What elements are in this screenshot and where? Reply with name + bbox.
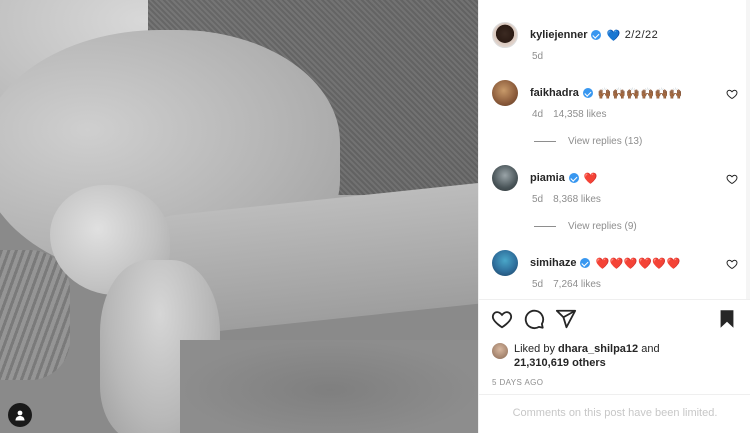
likes-summary: Liked by dhara_shilpa12 and 21,310,619 o… — [492, 342, 684, 370]
liker-username[interactable]: dhara_shilpa12 — [558, 343, 638, 355]
post-actions-bar — [491, 308, 741, 332]
caption-age[interactable]: 5d — [532, 51, 543, 62]
replies-line — [534, 226, 556, 227]
comment-meta: 5d 7,264 likes — [532, 279, 601, 290]
comment-avatar[interactable] — [492, 165, 518, 191]
post-caption: kyliejenner 💙 2/2/22 — [492, 22, 658, 48]
caption-meta: 5d — [532, 51, 543, 62]
likes-text: Liked by dhara_shilpa12 and 21,310,619 o… — [514, 342, 684, 370]
comment-text: ❤️❤️❤️❤️❤️❤️ — [595, 257, 681, 270]
actions-divider — [479, 299, 750, 300]
comment-age[interactable]: 5d — [532, 194, 543, 205]
view-replies-label: View replies (9) — [568, 221, 637, 232]
comment-text: 🙌🏾🙌🏾🙌🏾🙌🏾🙌🏾🙌🏾 — [597, 87, 684, 100]
comment-likes[interactable]: 7,264 likes — [553, 279, 601, 290]
comments-scrollbar[interactable] — [746, 0, 750, 300]
comment-username[interactable]: piamia — [530, 172, 565, 184]
likes-count-button[interactable]: 21,310,619 others — [514, 357, 606, 369]
author-avatar[interactable] — [492, 22, 518, 48]
view-replies-button[interactable]: View replies (13) — [534, 136, 642, 147]
comment-meta: 4d 14,358 likes — [532, 109, 607, 120]
comment-likes[interactable]: 14,358 likes — [553, 109, 606, 120]
caption-text: 2/2/22 — [624, 29, 659, 41]
verified-badge-icon — [591, 30, 602, 40]
view-replies-button[interactable]: View replies (9) — [534, 221, 637, 232]
caption-emoji: 💙 — [606, 29, 621, 42]
comment-text: ❤️ — [583, 172, 599, 185]
verified-badge-icon — [568, 173, 579, 183]
view-replies-label: View replies (13) — [568, 136, 643, 147]
user-tag-button[interactable] — [8, 403, 32, 427]
comment-username[interactable]: faikhadra — [530, 87, 579, 99]
photo-cloth — [0, 250, 70, 380]
heart-outline-icon[interactable] — [491, 308, 513, 330]
comment-likes[interactable]: 8,368 likes — [553, 194, 601, 205]
user-tag-icon — [15, 410, 25, 421]
share-icon[interactable] — [555, 308, 577, 330]
bookmark-icon[interactable] — [716, 308, 738, 330]
verified-badge-icon — [582, 88, 593, 98]
comment-avatar[interactable] — [492, 80, 518, 106]
comment-age[interactable]: 5d — [532, 279, 543, 290]
comment-item: simihaze ❤️❤️❤️❤️❤️❤️ — [492, 250, 681, 276]
comment-like-heart-icon[interactable] — [726, 88, 738, 100]
likes-mid: and — [641, 343, 660, 355]
comment-icon[interactable] — [523, 308, 545, 330]
liker-avatar[interactable] — [492, 343, 508, 359]
photo-shadow — [180, 340, 478, 433]
post-timestamp[interactable]: 5 DAYS AGO — [492, 378, 543, 387]
comment-age[interactable]: 4d — [532, 109, 543, 120]
comment-avatar[interactable] — [492, 250, 518, 276]
author-username[interactable]: kyliejenner — [530, 29, 587, 41]
comment-meta: 5d 8,368 likes — [532, 194, 601, 205]
footer-divider — [479, 394, 750, 395]
comment-like-heart-icon[interactable] — [726, 173, 738, 185]
replies-line — [534, 141, 556, 142]
post-photo[interactable] — [0, 0, 478, 433]
post-side-panel: kyliejenner 💙 2/2/22 5d faikhadra 🙌🏾🙌🏾🙌🏾… — [478, 0, 750, 433]
comment-item: piamia ❤️ — [492, 165, 598, 191]
verified-badge-icon — [580, 258, 591, 268]
likes-prefix: Liked by — [514, 343, 555, 355]
comment-username[interactable]: simihaze — [530, 257, 576, 269]
comment-like-heart-icon[interactable] — [726, 258, 738, 270]
comments-limited-notice: Comments on this post have been limited. — [512, 407, 718, 419]
comment-item: faikhadra 🙌🏾🙌🏾🙌🏾🙌🏾🙌🏾🙌🏾 — [492, 80, 683, 106]
